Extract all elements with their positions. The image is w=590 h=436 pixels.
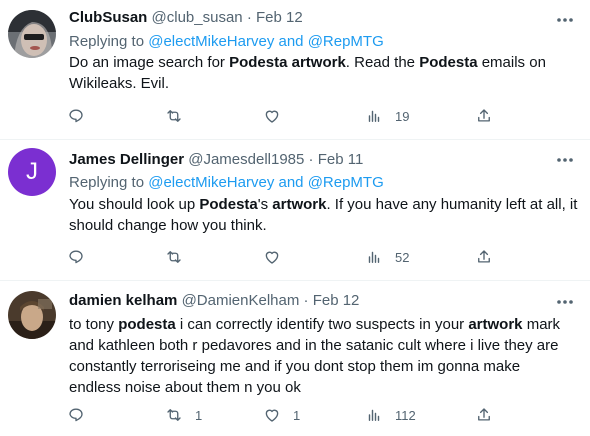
like-icon — [265, 251, 279, 264]
tweet-header: ClubSusan @club_susan · Feb 12 — [69, 8, 303, 28]
highlight-term: podesta — [118, 316, 176, 333]
text-run: . Read the — [345, 54, 420, 71]
views-icon — [368, 251, 380, 263]
like-icon — [265, 110, 279, 123]
tweet-text: You should look up Podesta's artwork. If… — [69, 194, 579, 236]
display-name[interactable]: damien kelham — [69, 292, 177, 309]
reply-button[interactable] — [63, 402, 97, 428]
mention-connector: and — [274, 33, 308, 50]
separator-dot: · — [246, 9, 252, 26]
retweet-button[interactable] — [161, 244, 195, 270]
share-button[interactable] — [471, 103, 497, 129]
share-button[interactable] — [471, 244, 497, 270]
share-icon — [478, 250, 490, 263]
like-icon — [265, 409, 279, 422]
user-handle[interactable]: @club_susan — [152, 9, 243, 26]
mention-link[interactable]: @RepMTG — [308, 174, 384, 191]
more-button[interactable] — [554, 10, 576, 30]
display-name[interactable]: ClubSusan — [69, 9, 147, 26]
mention-link[interactable]: @RepMTG — [308, 33, 384, 50]
action-bar: 19 — [63, 103, 543, 129]
views-icon — [368, 409, 380, 421]
text-run: Do an image search for — [69, 54, 230, 71]
avatar-letter: J — [26, 158, 38, 185]
user-handle[interactable]: @DamienKelham — [182, 292, 300, 309]
tweet-header: James Dellinger @Jamesdell1985 · Feb 11 — [69, 150, 363, 170]
text-run: i can correctly identify two suspects in… — [175, 316, 469, 333]
views-icon — [368, 110, 380, 122]
avatar[interactable]: J — [8, 148, 56, 196]
share-button[interactable] — [471, 402, 497, 428]
tweet[interactable]: ClubSusan @club_susan · Feb 12 Replying … — [0, 0, 590, 140]
text-run: 's — [257, 196, 273, 213]
highlight-term: Podesta artwork — [229, 54, 346, 71]
tweet-text: Do an image search for Podesta artwork. … — [69, 52, 579, 94]
tweet-text: to tony podesta i can correctly identify… — [69, 314, 569, 398]
reply-icon — [69, 109, 83, 123]
tweet[interactable]: J James Dellinger @Jamesdell1985 · Feb 1… — [0, 140, 590, 281]
highlight-term: Podesta — [199, 196, 258, 213]
share-icon — [478, 408, 490, 421]
reply-button[interactable] — [63, 244, 97, 270]
replying-to: Replying to @electMikeHarvey and @RepMTG — [69, 32, 384, 52]
tweet[interactable]: damien kelham @DamienKelham · Feb 12 to … — [0, 281, 590, 436]
more-icon — [557, 18, 573, 22]
tweet-date[interactable]: Feb 11 — [318, 151, 364, 168]
retweet-button[interactable]: 1 — [161, 402, 202, 428]
avatar-photo — [8, 10, 56, 58]
retweet-icon — [167, 110, 181, 122]
views-button[interactable]: 19 — [361, 103, 409, 129]
more-icon — [557, 300, 573, 304]
tweet-date[interactable]: Feb 12 — [313, 292, 360, 309]
retweet-icon — [167, 409, 181, 421]
view-count: 19 — [395, 108, 410, 124]
text-run: You should look up — [69, 196, 200, 213]
retweet-count: 1 — [195, 407, 203, 423]
reply-button[interactable] — [63, 103, 97, 129]
reply-icon — [69, 250, 83, 264]
action-bar: 52 — [63, 244, 543, 270]
retweet-icon — [167, 251, 181, 263]
avatar[interactable] — [8, 291, 56, 339]
view-count: 112 — [395, 407, 416, 423]
more-icon — [557, 158, 573, 162]
highlight-term: Podesta — [419, 54, 478, 71]
view-count: 52 — [395, 249, 410, 265]
replying-to-label: Replying to — [69, 33, 149, 50]
more-button[interactable] — [554, 150, 576, 170]
tweet-date[interactable]: Feb 12 — [256, 9, 303, 26]
mention-link[interactable]: @electMikeHarvey — [148, 174, 274, 191]
like-count: 1 — [293, 407, 301, 423]
views-button[interactable]: 112 — [361, 402, 416, 428]
mention-connector: and — [274, 174, 308, 191]
highlight-term: artwork — [468, 316, 523, 333]
reply-icon — [69, 408, 83, 422]
replying-to: Replying to @electMikeHarvey and @RepMTG — [69, 173, 384, 193]
mention-link[interactable]: @electMikeHarvey — [148, 33, 274, 50]
more-button[interactable] — [554, 292, 576, 312]
avatar[interactable] — [8, 10, 56, 58]
text-run: to tony — [69, 316, 119, 333]
separator-dot: · — [303, 292, 309, 309]
retweet-button[interactable] — [161, 103, 195, 129]
views-button[interactable]: 52 — [361, 244, 409, 270]
avatar-photo — [8, 291, 56, 339]
like-button[interactable] — [259, 244, 293, 270]
action-bar: 1 1 112 — [63, 402, 543, 428]
like-button[interactable]: 1 — [259, 402, 300, 428]
display-name[interactable]: James Dellinger — [69, 151, 184, 168]
highlight-term: artwork — [272, 196, 327, 213]
share-icon — [478, 109, 490, 122]
like-button[interactable] — [259, 103, 293, 129]
tweet-header: damien kelham @DamienKelham · Feb 12 — [69, 291, 359, 311]
user-handle[interactable]: @Jamesdell1985 — [188, 151, 304, 168]
separator-dot: · — [308, 151, 314, 168]
replying-to-label: Replying to — [69, 174, 149, 191]
